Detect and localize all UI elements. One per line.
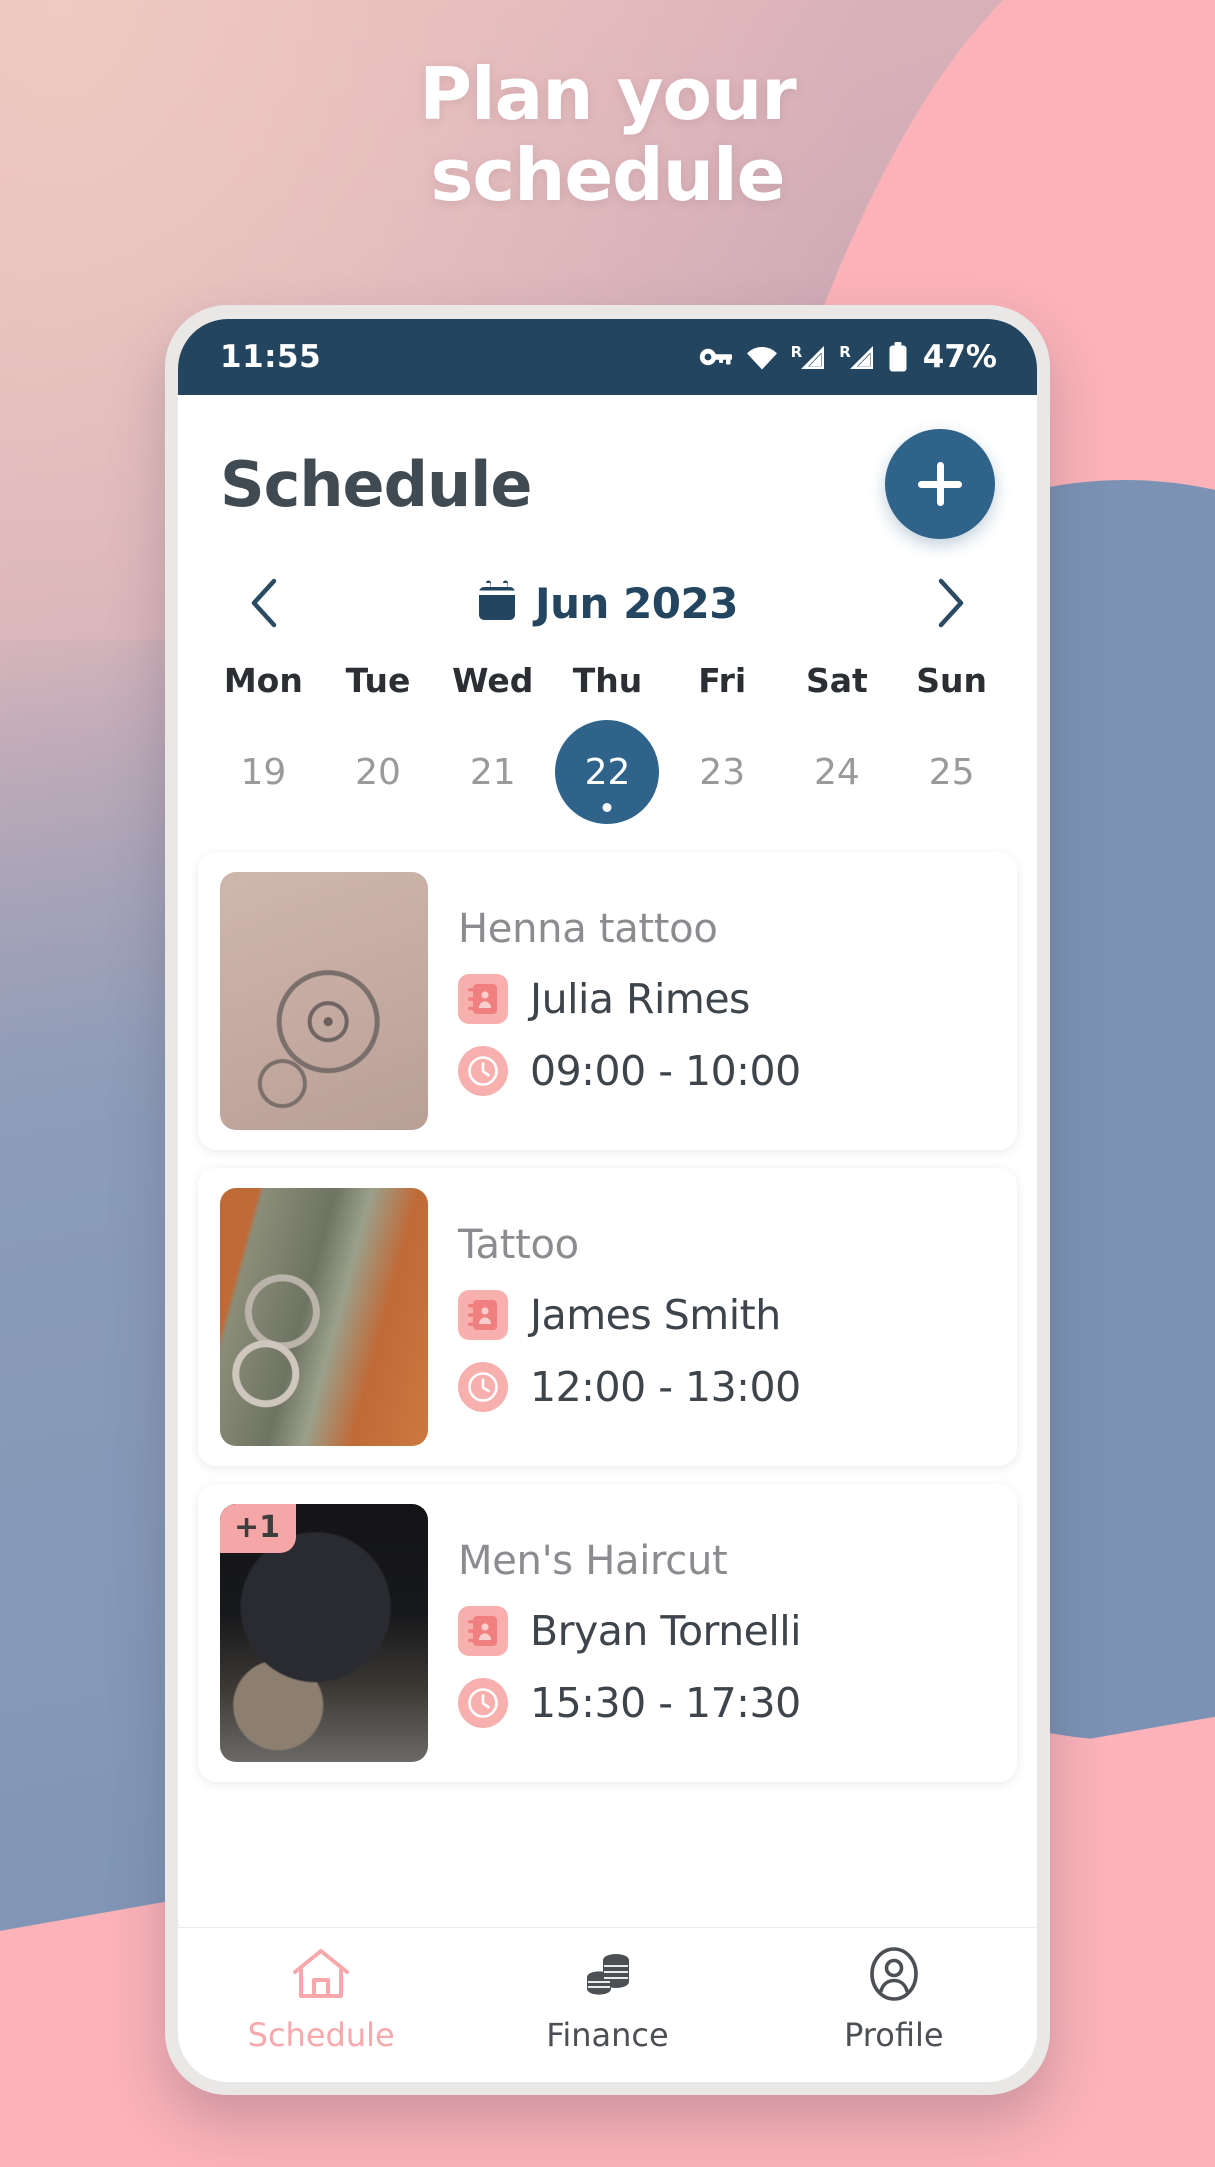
- calendar-date-23[interactable]: 23: [665, 718, 780, 826]
- signal-roaming-2-icon: R: [839, 344, 875, 370]
- status-bar-icons: R R 47%: [699, 339, 997, 375]
- calendar-date-24[interactable]: 24: [780, 718, 895, 826]
- appointment-card[interactable]: +1 Men's Haircut Bryan Tornelli 15:30 - 17:…: [198, 1484, 1017, 1782]
- weekday-label-fri: Fri: [698, 661, 747, 700]
- appointment-thumbnail: [220, 872, 428, 1130]
- client-row: James Smith: [458, 1290, 995, 1340]
- client-row: Bryan Tornelli: [458, 1606, 995, 1656]
- next-month-button[interactable]: [919, 569, 979, 637]
- appointment-card[interactable]: Tattoo James Smith 12:00 - 13:00: [198, 1168, 1017, 1466]
- appointment-time: 09:00 - 10:00: [530, 1047, 801, 1095]
- calendar-date-number: 25: [928, 751, 975, 793]
- vpn-key-icon: [699, 346, 733, 368]
- appointment-details: Tattoo James Smith 12:00 - 13:00: [458, 1222, 995, 1412]
- calendar-date-number: 24: [814, 751, 860, 793]
- contact-book-icon: [458, 974, 508, 1024]
- calendar-date-22[interactable]: 22: [550, 718, 665, 826]
- weekday-label-mon: Mon: [223, 661, 303, 700]
- weekday-label-sun: Sun: [916, 661, 988, 700]
- appointment-photo: [220, 1188, 428, 1446]
- nav-item-finance[interactable]: Finance: [464, 1946, 750, 2054]
- appointment-details: Men's Haircut Bryan Tornelli 15:30 - 17:30: [458, 1538, 995, 1728]
- nav-item-profile[interactable]: Profile: [751, 1946, 1037, 2054]
- weekday-label-thu: Thu: [572, 661, 643, 700]
- weekday-label-wed: Wed: [452, 661, 534, 700]
- bottom-navigation: Schedule Finance Profile: [178, 1927, 1037, 2082]
- week-dates-row: 19 20 21 22 23 24 25: [178, 718, 1037, 844]
- promo-headline-line-2: schedule: [430, 132, 786, 217]
- time-row: 15:30 - 17:30: [458, 1678, 995, 1728]
- weekday-header-row: Mon Tue Wed Thu Fri Sat Sun: [178, 661, 1037, 700]
- nav-item-label: Profile: [844, 2016, 944, 2054]
- previous-month-button[interactable]: [236, 569, 296, 637]
- clock-icon: [458, 1362, 508, 1412]
- contact-book-icon: [458, 1606, 508, 1656]
- appointment-thumbnail: [220, 1188, 428, 1446]
- appointment-card[interactable]: Henna tattoo Julia Rimes 09:00 - 10:00: [198, 852, 1017, 1150]
- page-title: Schedule: [220, 447, 532, 521]
- wifi-icon: [746, 345, 778, 370]
- coins-icon: [576, 1946, 638, 2006]
- month-label: Jun 2023: [535, 578, 738, 628]
- battery-icon: [888, 342, 908, 372]
- appointment-time: 12:00 - 13:00: [530, 1363, 801, 1411]
- user-circle-icon: [863, 1946, 925, 2006]
- month-navigation: Jun 2023: [178, 547, 1037, 647]
- calendar-date-21[interactable]: 21: [435, 718, 550, 826]
- clock-icon: [458, 1046, 508, 1096]
- client-name: James Smith: [530, 1291, 781, 1339]
- status-bar-clock: 11:55: [220, 339, 322, 375]
- client-row: Julia Rimes: [458, 974, 995, 1024]
- appointment-list: Henna tattoo Julia Rimes 09:00 - 10:00 Tatt…: [178, 844, 1037, 1927]
- contact-book-icon: [458, 1290, 508, 1340]
- calendar-date-number: 20: [355, 751, 401, 793]
- weekday-label-tue: Tue: [345, 661, 411, 700]
- nav-item-label: Schedule: [247, 2016, 395, 2054]
- promo-headline: Plan your schedule: [0, 54, 1215, 215]
- app-header: Schedule: [178, 395, 1037, 547]
- weekday-label-sat: Sat: [806, 661, 868, 700]
- calendar-date-number: 21: [469, 751, 516, 793]
- phone-screen: 11:55 R R 47% Schedule Jun 2023 Mon Tue …: [178, 319, 1037, 2082]
- calendar-date-number: 19: [240, 751, 287, 793]
- client-name: Julia Rimes: [530, 975, 750, 1023]
- calendar-date-number: 22: [555, 720, 660, 824]
- client-name: Bryan Tornelli: [530, 1607, 802, 1655]
- time-row: 09:00 - 10:00: [458, 1046, 995, 1096]
- extra-photos-badge: +1: [220, 1504, 297, 1553]
- service-name: Henna tattoo: [458, 906, 718, 952]
- phone-mockup: 11:55 R R 47% Schedule Jun 2023 Mon Tue …: [165, 305, 1050, 2095]
- calendar-date-number: 23: [699, 751, 746, 793]
- appointment-thumbnail: +1: [220, 1504, 428, 1762]
- home-icon: [290, 1946, 352, 2006]
- battery-percentage: 47%: [922, 339, 997, 375]
- appointment-time: 15:30 - 17:30: [530, 1679, 801, 1727]
- nav-item-label: Finance: [546, 2016, 669, 2054]
- promo-headline-line-1: Plan your: [419, 52, 797, 136]
- signal-roaming-1-icon: R: [791, 344, 827, 370]
- clock-icon: [458, 1678, 508, 1728]
- calendar-date-25[interactable]: 25: [894, 718, 1009, 826]
- calendar-date-19[interactable]: 19: [206, 718, 321, 826]
- appointment-details: Henna tattoo Julia Rimes 09:00 - 10:00: [458, 906, 995, 1096]
- nav-item-schedule[interactable]: Schedule: [178, 1946, 464, 2054]
- calendar-icon: [477, 580, 517, 626]
- appointment-photo: [220, 872, 428, 1130]
- month-label-group[interactable]: Jun 2023: [477, 579, 738, 628]
- service-name: Men's Haircut: [458, 1538, 728, 1584]
- time-row: 12:00 - 13:00: [458, 1362, 995, 1412]
- calendar-date-20[interactable]: 20: [321, 718, 436, 826]
- service-name: Tattoo: [458, 1222, 579, 1268]
- status-bar: 11:55 R R 47%: [178, 319, 1037, 395]
- add-appointment-button[interactable]: [885, 429, 995, 539]
